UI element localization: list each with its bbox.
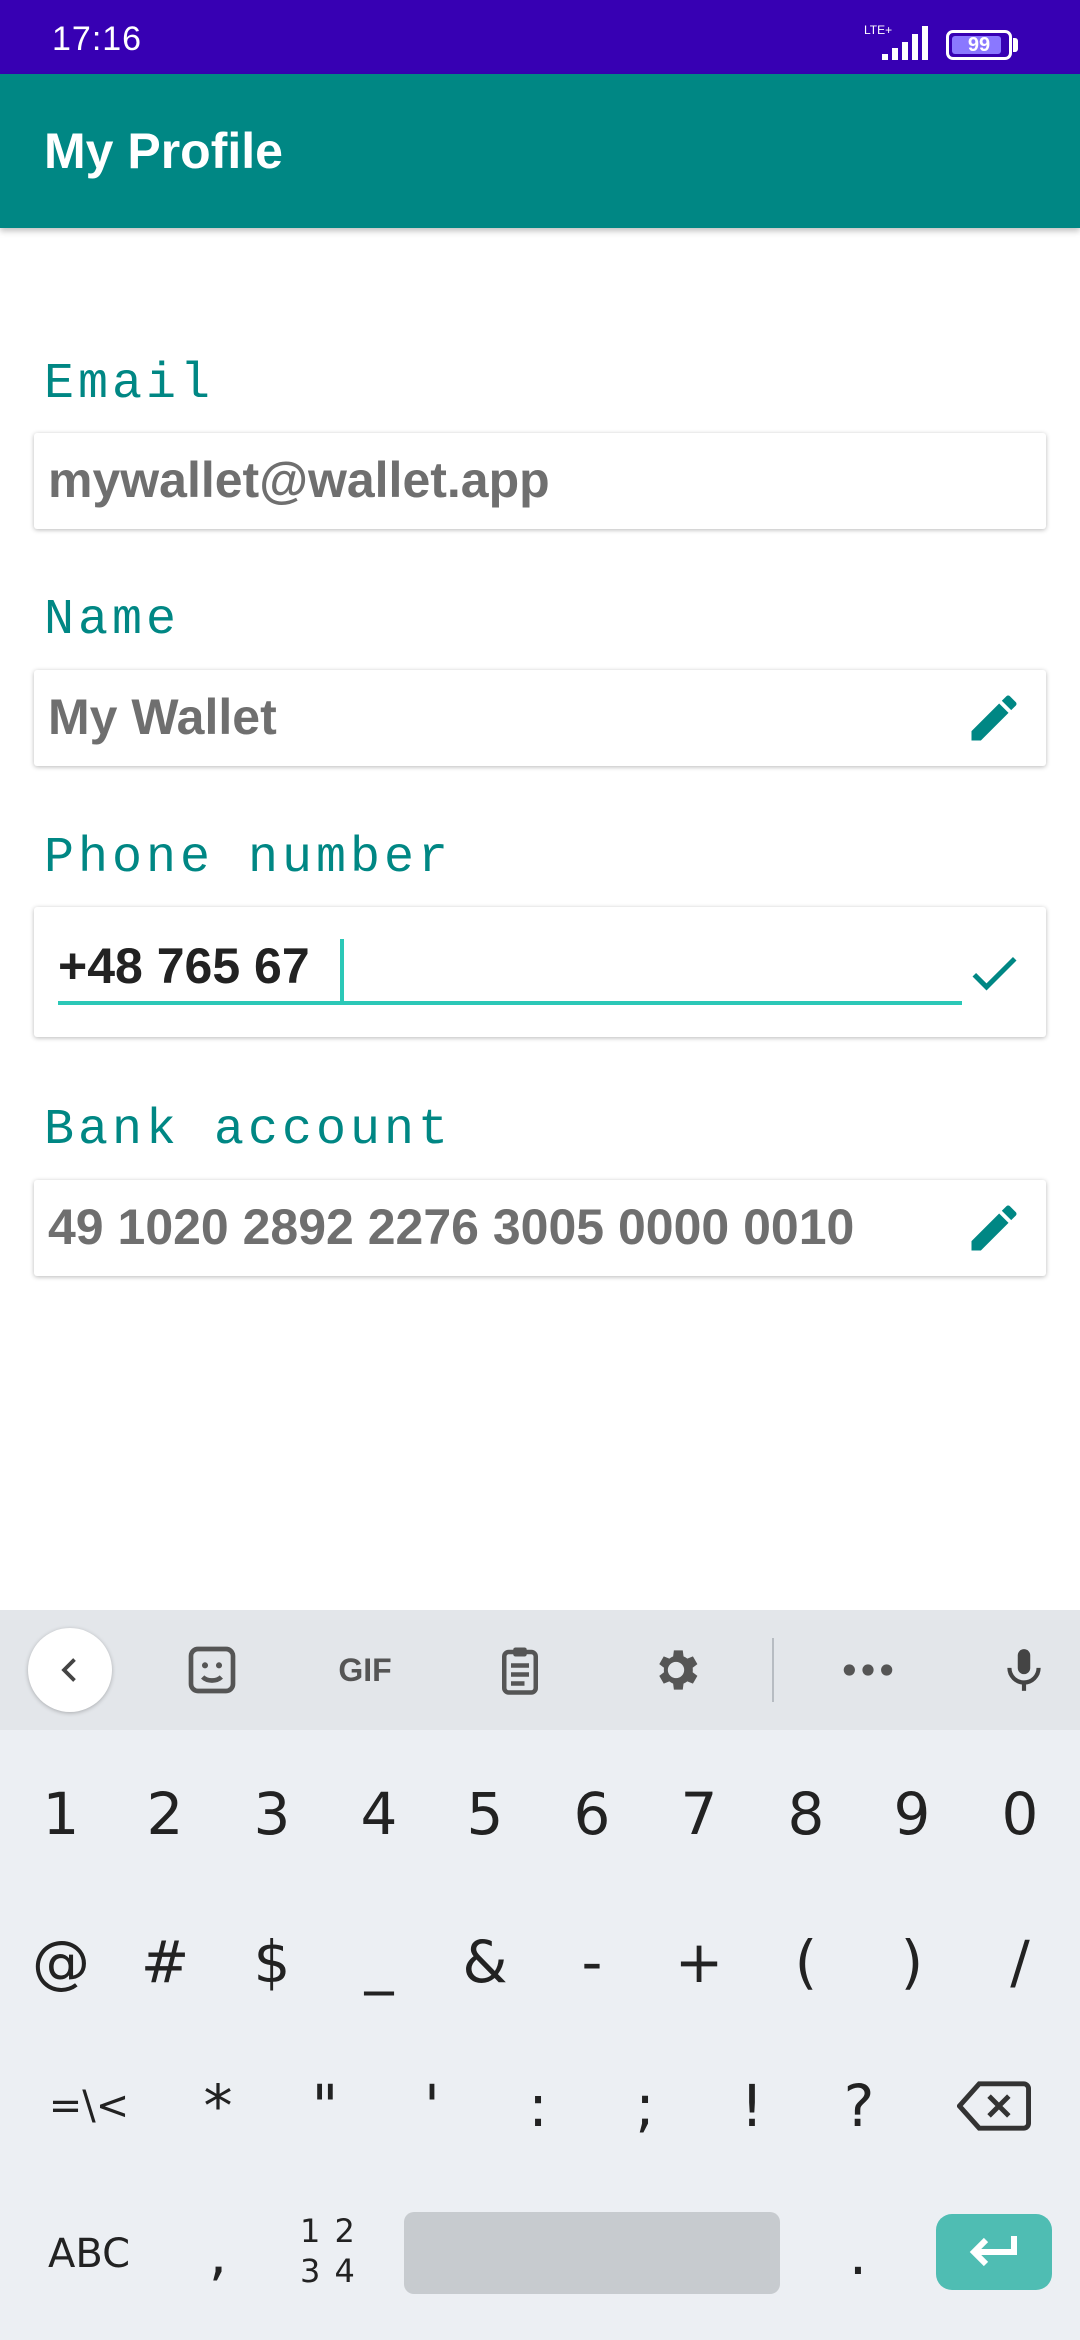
status-time: 17:16 bbox=[52, 20, 143, 58]
numpad-bottom-label: 3 4 bbox=[300, 2252, 357, 2290]
page-title: My Profile bbox=[44, 123, 283, 179]
keyboard: GIF 1 2 3 4 5 6 7 8 9 0 @ # $ _ & - + ( … bbox=[0, 1610, 1080, 2340]
sticker-icon[interactable] bbox=[176, 1634, 248, 1706]
text-caret bbox=[340, 939, 344, 1001]
key-at[interactable]: @ bbox=[11, 1912, 111, 2012]
status-bar: 17:16 LTE+ 99 bbox=[0, 0, 1080, 74]
phone-value: +48 765 67 bbox=[58, 938, 310, 994]
name-value: My Wallet bbox=[48, 689, 277, 745]
key-8[interactable]: 8 bbox=[756, 1764, 856, 1864]
gif-icon[interactable]: GIF bbox=[330, 1634, 400, 1706]
key-3[interactable]: 3 bbox=[222, 1764, 322, 1864]
bank-field[interactable]: 49 1020 2892 2276 3005 0000 0010 bbox=[34, 1180, 1046, 1276]
settings-icon[interactable] bbox=[640, 1634, 712, 1706]
bank-label: Bank account bbox=[44, 1102, 453, 1159]
key-plus[interactable]: + bbox=[649, 1912, 749, 2012]
key-asterisk[interactable]: * bbox=[168, 2056, 268, 2156]
signal-icon: LTE+ bbox=[864, 23, 928, 60]
email-value: mywallet@wallet.app bbox=[48, 452, 550, 508]
check-icon[interactable] bbox=[964, 943, 1024, 1003]
key-exclamation[interactable]: ! bbox=[702, 2056, 802, 2156]
key-ampersand[interactable]: & bbox=[435, 1912, 535, 2012]
network-type: LTE+ bbox=[864, 23, 892, 37]
back-icon[interactable] bbox=[28, 1628, 112, 1712]
key-minus[interactable]: - bbox=[542, 1912, 642, 2012]
key-open-paren[interactable]: ( bbox=[756, 1912, 856, 2012]
key-double-quote[interactable]: " bbox=[275, 2056, 375, 2156]
key-abc[interactable]: ABC bbox=[34, 2204, 144, 2304]
key-colon[interactable]: : bbox=[488, 2056, 588, 2156]
key-semicolon[interactable]: ; bbox=[595, 2056, 695, 2156]
toolbar-divider bbox=[772, 1638, 774, 1702]
enter-icon[interactable] bbox=[936, 2214, 1052, 2290]
phone-label: Phone number bbox=[44, 830, 453, 887]
battery-level: 99 bbox=[967, 34, 991, 56]
more-icon[interactable] bbox=[832, 1634, 904, 1706]
edit-icon[interactable] bbox=[964, 1198, 1024, 1258]
name-field[interactable]: My Wallet bbox=[34, 670, 1046, 766]
app-bar: My Profile bbox=[0, 74, 1080, 228]
key-hash[interactable]: # bbox=[115, 1912, 215, 2012]
mic-icon[interactable] bbox=[988, 1634, 1060, 1706]
key-close-paren[interactable]: ) bbox=[862, 1912, 962, 2012]
name-label: Name bbox=[44, 592, 181, 649]
key-5[interactable]: 5 bbox=[435, 1764, 535, 1864]
gif-label: GIF bbox=[338, 1651, 392, 1688]
key-7[interactable]: 7 bbox=[649, 1764, 749, 1864]
clipboard-icon[interactable] bbox=[484, 1634, 556, 1706]
key-comma[interactable]: , bbox=[168, 2204, 268, 2304]
key-6[interactable]: 6 bbox=[542, 1764, 642, 1864]
phone-field[interactable]: +48 765 67 bbox=[34, 907, 1046, 1037]
key-period[interactable]: . bbox=[808, 2204, 908, 2304]
key-slash[interactable]: / bbox=[970, 1912, 1070, 2012]
key-dollar[interactable]: $ bbox=[222, 1912, 322, 2012]
backspace-icon[interactable] bbox=[944, 2056, 1044, 2156]
numpad-top-label: 1 2 bbox=[300, 2212, 357, 2250]
key-symbols-more[interactable]: =\< bbox=[34, 2056, 144, 2156]
space-bar[interactable] bbox=[404, 2212, 780, 2294]
key-numpad[interactable]: 1 2 3 4 bbox=[280, 2210, 380, 2300]
key-underscore[interactable]: _ bbox=[329, 1912, 429, 2012]
key-9[interactable]: 9 bbox=[862, 1764, 962, 1864]
battery-icon: 99 bbox=[946, 30, 1012, 60]
phone-input[interactable]: +48 765 67 bbox=[58, 937, 962, 1005]
edit-icon[interactable] bbox=[964, 688, 1024, 748]
email-label: Email bbox=[44, 356, 215, 413]
key-single-quote[interactable]: ' bbox=[382, 2056, 482, 2156]
key-2[interactable]: 2 bbox=[115, 1764, 215, 1864]
bank-value: 49 1020 2892 2276 3005 0000 0010 bbox=[48, 1199, 855, 1255]
email-field: mywallet@wallet.app bbox=[34, 433, 1046, 529]
key-1[interactable]: 1 bbox=[11, 1764, 111, 1864]
keyboard-toolbar: GIF bbox=[0, 1610, 1080, 1730]
key-0[interactable]: 0 bbox=[970, 1764, 1070, 1864]
key-question[interactable]: ? bbox=[809, 2056, 909, 2156]
key-4[interactable]: 4 bbox=[329, 1764, 429, 1864]
